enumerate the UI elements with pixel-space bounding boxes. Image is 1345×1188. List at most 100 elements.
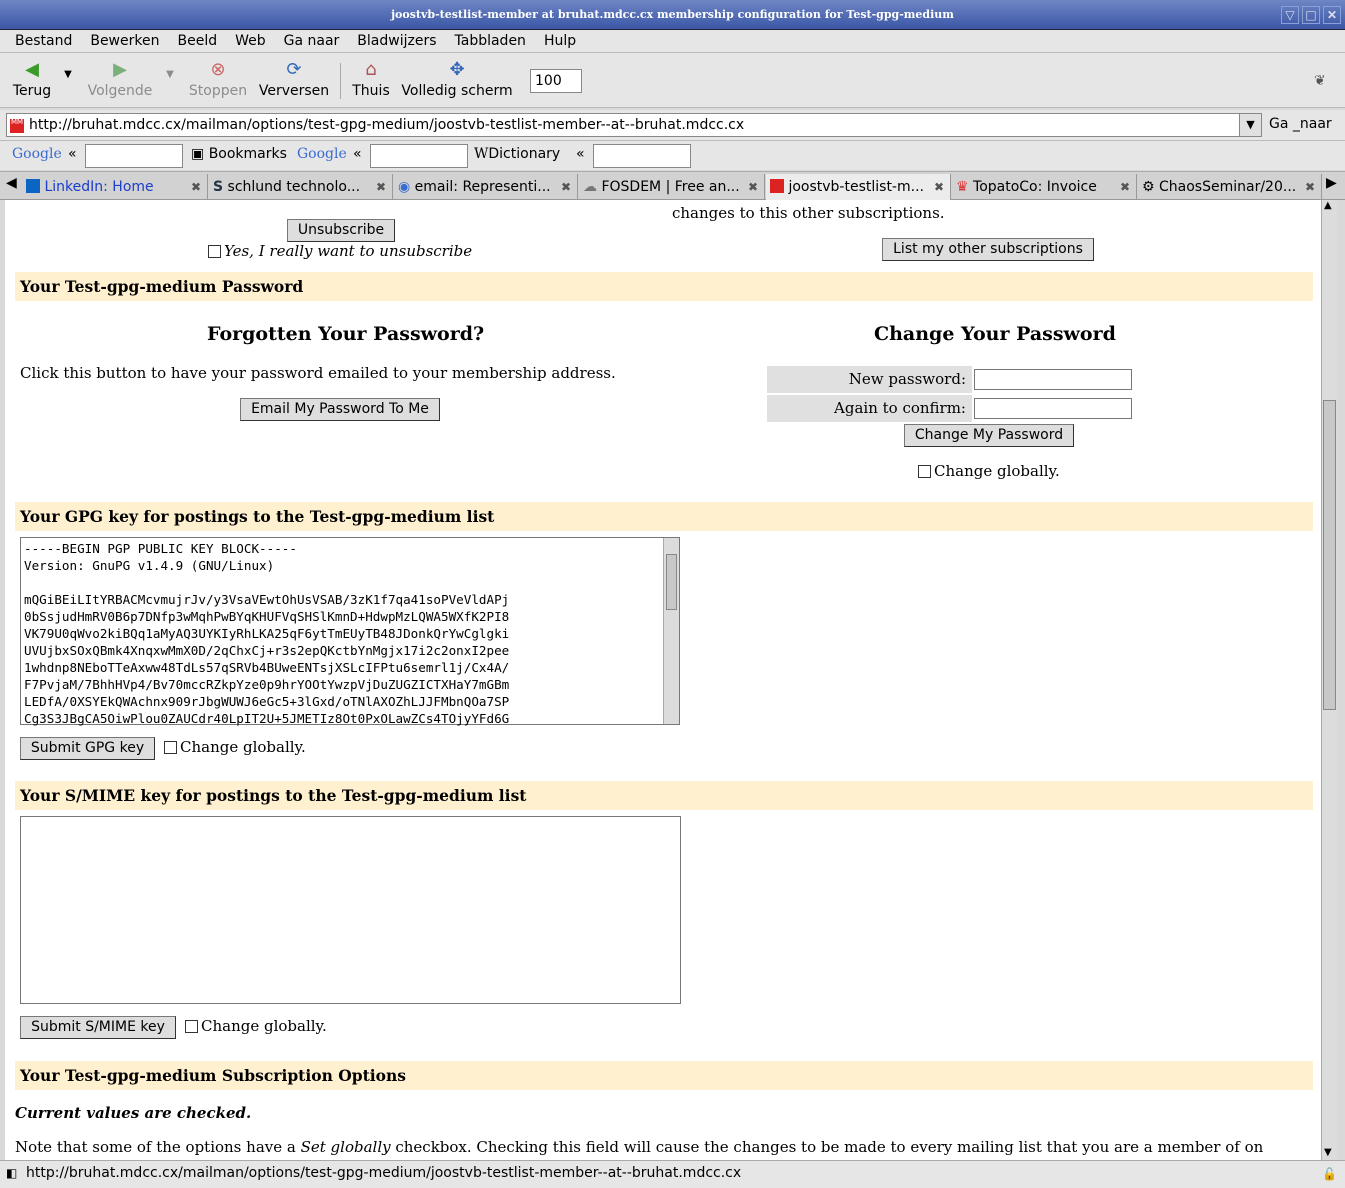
back-arrow-icon: ◀ [25, 59, 39, 80]
forward-arrow-icon: ▶ [113, 59, 127, 80]
menu-bestand[interactable]: Bestand [6, 30, 81, 52]
chevron-left-icon[interactable]: « [68, 146, 77, 162]
email-password-button[interactable]: Email My Password To Me [240, 398, 440, 421]
ccc-icon: ⚙ [1142, 179, 1155, 195]
forgotten-password-text: Click this button to have your password … [20, 364, 616, 382]
tab-chaosseminar[interactable]: ⚙ ChaosSeminar/20... ✖ [1138, 174, 1322, 200]
page-scroll-thumb[interactable] [1323, 400, 1336, 710]
minimize-icon[interactable]: ▽ [1281, 6, 1299, 24]
site-favicon-icon: MM [10, 119, 24, 133]
close-tab-icon[interactable]: ✖ [191, 174, 201, 200]
menu-ga-naar[interactable]: Ga naar [275, 30, 349, 52]
unsubscribe-button[interactable]: Unsubscribe [287, 219, 395, 242]
password-section-header: Your Test-gpg-medium Password [15, 272, 1313, 301]
gpg-scroll-thumb[interactable] [666, 554, 677, 610]
close-tab-icon[interactable]: ✖ [748, 174, 758, 200]
menu-bar: Bestand Bewerken Beeld Web Ga naar Bladw… [0, 30, 1345, 52]
topatoco-icon: ♛ [956, 179, 969, 195]
tab-scroll-right-icon[interactable]: ▶ [1326, 175, 1337, 191]
menu-bewerken[interactable]: Bewerken [81, 30, 168, 52]
window-titlebar: joostvb-testlist-member at bruhat.mdcc.c… [0, 0, 1345, 30]
close-tab-icon[interactable]: ✖ [934, 174, 944, 200]
menu-beeld[interactable]: Beeld [168, 30, 226, 52]
tab-email[interactable]: ◉ email: Representi... ✖ [394, 174, 578, 200]
other-subscriptions-text: changes to this other subscriptions. [672, 204, 945, 222]
tab-scroll-left-icon[interactable]: ◀ [6, 175, 17, 191]
chevron-left-icon[interactable]: « [576, 146, 585, 162]
fosdem-icon: ☁ [583, 179, 597, 195]
close-tab-icon[interactable]: ✖ [1120, 174, 1130, 200]
page-vertical-scrollbar[interactable]: ▲ ▼ [1321, 200, 1337, 1160]
menu-web[interactable]: Web [226, 30, 275, 52]
fullscreen-button[interactable]: ✥ Volledig scherm [399, 59, 515, 99]
google-search-input[interactable] [85, 144, 183, 168]
forward-history-dropdown[interactable]: ▼ [164, 69, 176, 80]
change-password-globally-checkbox[interactable] [918, 465, 931, 478]
url-input[interactable]: MM http://bruhat.mdcc.cx/mailman/options… [6, 113, 1262, 137]
go-button[interactable]: Ga _naar [1269, 116, 1332, 132]
gpg-change-globally-checkbox[interactable] [164, 741, 177, 754]
status-bar: ◧ http://bruhat.mdcc.cx/mailman/options/… [0, 1160, 1345, 1188]
bookmark-icon: ▣ [191, 146, 205, 162]
scroll-up-icon[interactable]: ▲ [1324, 200, 1332, 211]
tab-schlund[interactable]: S schlund technolo... ✖ [209, 174, 393, 200]
tab-linkedin[interactable]: LinkedIn: Home ✖ [22, 174, 208, 200]
reload-icon: ⟳ [286, 59, 302, 80]
chevron-left-icon[interactable]: « [353, 146, 362, 162]
stop-icon: ⊗ [210, 59, 226, 80]
scroll-down-icon[interactable]: ▼ [1324, 1147, 1332, 1158]
forward-button[interactable]: ▶ Volgende [84, 59, 156, 99]
bookmarks-button[interactable]: ▣ Bookmarks [191, 146, 287, 162]
submit-smime-button[interactable]: Submit S/MIME key [20, 1016, 176, 1039]
back-button[interactable]: ◀ Terug [10, 59, 54, 99]
dictionary-button[interactable]: WDictionary [474, 146, 560, 162]
dictionary-input[interactable] [593, 144, 691, 168]
tab-topatoco[interactable]: ♛ TopatoCo: Invoice ✖ [952, 174, 1137, 200]
google-search-input-2[interactable] [370, 144, 468, 168]
list-other-subscriptions-button[interactable]: List my other subscriptions [882, 238, 1094, 261]
menu-hulp[interactable]: Hulp [535, 30, 585, 52]
back-history-dropdown[interactable]: ▼ [62, 69, 74, 80]
close-window-icon[interactable]: ✕ [1323, 6, 1341, 24]
new-password-input[interactable] [974, 369, 1132, 390]
reload-button[interactable]: ⟳ Verversen [257, 59, 331, 99]
smime-change-globally-checkbox[interactable] [185, 1020, 198, 1033]
gpg-change-globally-label: Change globally. [180, 738, 306, 756]
smime-section-header: Your S/MIME key for postings to the Test… [15, 781, 1313, 810]
gpg-section-header: Your GPG key for postings to the Test-gp… [15, 502, 1313, 531]
unsubscribe-confirm-label: Yes, I really want to unsubscribe [224, 242, 473, 260]
tab-bar: ◀ LinkedIn: Home ✖ S schlund technolo... ✖… [0, 171, 1345, 200]
gpg-key-textarea[interactable]: -----BEGIN PGP PUBLIC KEY BLOCK----- Ver… [20, 537, 680, 726]
smime-change-globally-label: Change globally. [201, 1017, 327, 1035]
window-title: joostvb-testlist-member at bruhat.mdcc.c… [391, 8, 954, 21]
gpg-textarea-scrollbar[interactable] [663, 538, 679, 724]
stop-button[interactable]: ⊗ Stoppen [188, 59, 248, 99]
change-password-title: Change Your Password [874, 323, 1116, 345]
url-dropdown-icon[interactable]: ▼ [1239, 114, 1261, 136]
menu-bladwijzers[interactable]: Bladwijzers [348, 30, 445, 52]
tab-joostvb[interactable]: joostvb-testlist-m... ✖ [766, 174, 951, 200]
security-lock-icon: 🔓 [1322, 1167, 1337, 1181]
close-tab-icon[interactable]: ✖ [376, 174, 386, 200]
forgotten-password-title: Forgotten Your Password? [207, 323, 485, 345]
maximize-icon[interactable]: □ [1302, 6, 1320, 24]
linkedin-icon [26, 179, 40, 193]
unsubscribe-confirm-checkbox[interactable] [208, 245, 221, 258]
smime-key-textarea[interactable] [20, 816, 681, 1004]
close-tab-icon[interactable]: ✖ [561, 174, 571, 200]
current-values-text: Current values are checked. [15, 1104, 252, 1122]
home-button[interactable]: ⌂ Thuis [350, 59, 392, 99]
tab-fosdem[interactable]: ☁ FOSDEM | Free an... ✖ [579, 174, 765, 200]
status-text: http://bruhat.mdcc.cx/mailman/options/te… [26, 1165, 742, 1181]
submit-gpg-button[interactable]: Submit GPG key [20, 737, 155, 760]
search-toolbar: Google « ▣ Bookmarks Google « WDictionar… [0, 140, 1345, 170]
zoom-input[interactable]: 100 [530, 69, 582, 93]
subscription-options-header: Your Test-gpg-medium Subscription Option… [15, 1061, 1313, 1090]
status-resize-icon: ◧ [6, 1166, 18, 1180]
menu-tabbladen[interactable]: Tabbladen [446, 30, 535, 52]
navigation-toolbar: ◀ Terug ▼ ▶ Volgende ▼ ⊗ Stoppen ⟳ Verve… [0, 52, 1345, 108]
change-password-button[interactable]: Change My Password [904, 424, 1074, 447]
confirm-password-input[interactable] [974, 398, 1132, 419]
close-tab-icon[interactable]: ✖ [1305, 174, 1315, 200]
schlund-icon: S [213, 179, 224, 195]
